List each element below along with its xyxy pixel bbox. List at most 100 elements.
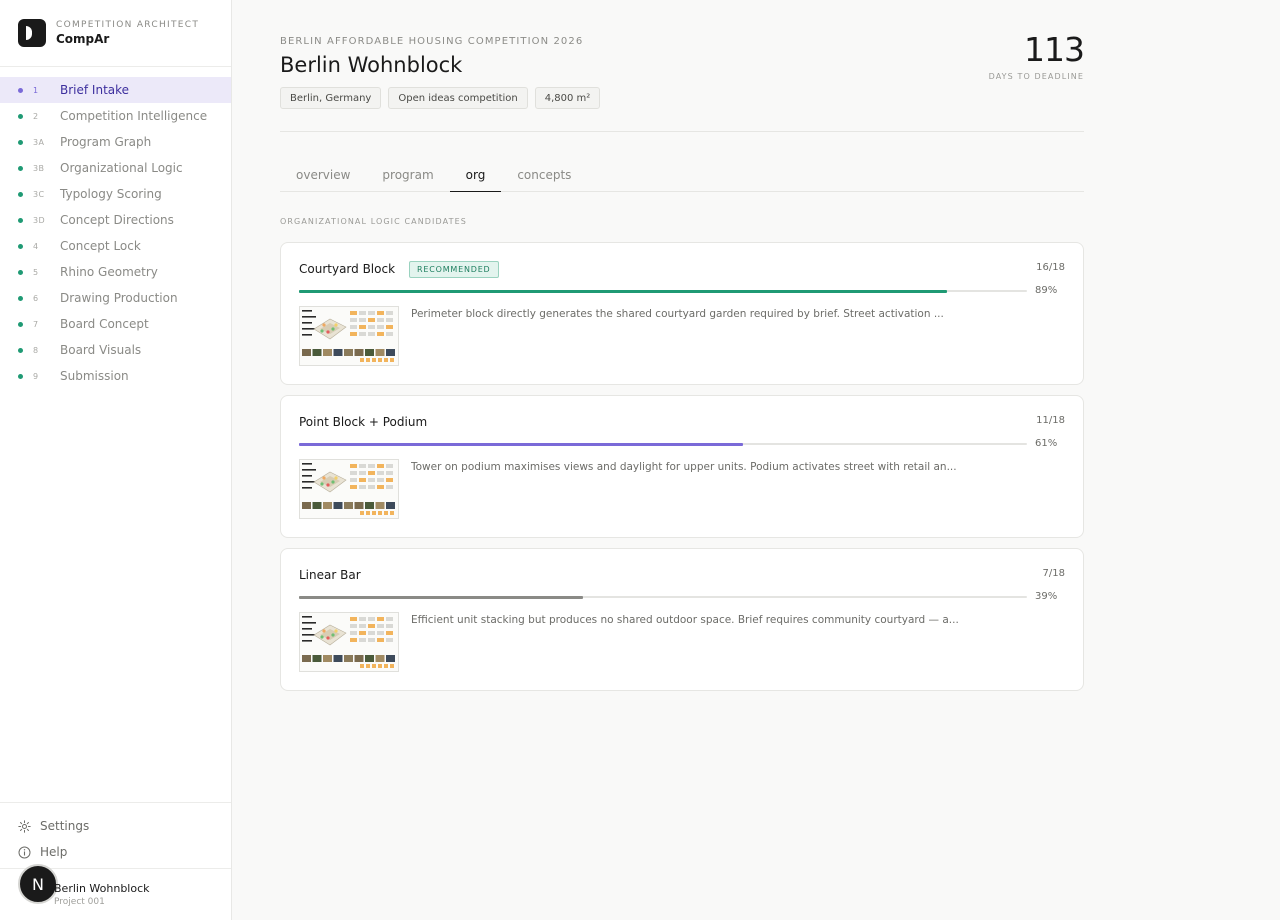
score-bar [299,442,1027,446]
score-bar-fill [299,595,583,599]
nav-label: Board Concept [60,317,149,331]
days-label: DAYS TO DEADLINE [988,72,1084,81]
candidate-score: 11/18 [1036,415,1065,426]
nav-step-number: 7 [33,319,39,329]
nav-item-concept-lock[interactable]: 4 Concept Lock [0,233,231,259]
section-label: ORGANIZATIONAL LOGIC CANDIDATES [280,217,467,226]
candidate-score: 16/18 [1036,262,1065,273]
competition-kicker: BERLIN AFFORDABLE HOUSING COMPETITION 20… [280,36,584,47]
board-thumbnail[interactable] [299,612,399,672]
nav-item-submission[interactable]: 9 Submission [0,363,231,389]
candidate-score: 7/18 [1042,568,1065,579]
sidebar: COMPETITION ARCHITECT CompAr 1 Brief Int… [0,0,232,920]
nav-label: Program Graph [60,135,152,149]
status-dot-icon [18,347,23,353]
competition-type-chip: Open ideas competition [388,87,528,109]
tab-org[interactable]: org [449,158,502,192]
nav-label: Brief Intake [60,83,130,97]
score-bar [299,595,1027,599]
board-preview-graphic [300,613,398,671]
sidebar-footer: Settings Help [0,802,231,865]
recommended-badge: RECOMMENDED [409,261,499,278]
nav-step-number: 9 [33,371,39,381]
score-bar [299,289,1027,293]
status-dot-icon [18,373,23,379]
brand-text: COMPETITION ARCHITECT CompAr [56,20,199,46]
nav-label: Drawing Production [60,291,178,305]
settings-link[interactable]: Settings [0,813,231,839]
candidate-card-courtyard-block[interactable]: Courtyard Block RECOMMENDED 16/18 89% Pe… [280,242,1084,385]
board-thumbnail[interactable] [299,459,399,519]
nav-step-number: 8 [33,345,39,355]
nav-item-competition-intelligence[interactable]: 2 Competition Intelligence [0,103,231,129]
nav-item-board-concept[interactable]: 7 Board Concept [0,311,231,337]
nav-step-number: 6 [33,293,39,303]
nav-label: Board Visuals [60,343,142,357]
status-dot-icon [18,217,23,223]
gear-icon [18,819,31,833]
nav-item-organizational-logic[interactable]: 3B Organizational Logic [0,155,231,181]
tab-overview[interactable]: overview [280,158,366,192]
nav-item-concept-directions[interactable]: 3D Concept Directions [0,207,231,233]
candidate-description: Efficient unit stacking but produces no … [411,614,959,626]
settings-label: Settings [40,819,90,833]
brand-name: CompAr [56,32,110,46]
score-percent: 39% [1035,591,1058,602]
logo-icon [18,19,46,47]
status-dot-icon [18,321,23,327]
project-name: Berlin Wohnblock [54,882,150,895]
status-dot-icon [18,243,23,249]
status-dot-icon [18,269,23,275]
candidate-card-linear-bar[interactable]: Linear Bar 7/18 39% Efficient unit stack… [280,548,1084,691]
status-dot-icon [18,139,23,145]
candidate-title: Linear Bar [299,568,361,582]
brand[interactable]: COMPETITION ARCHITECT CompAr [0,0,231,67]
brand-subtitle: COMPETITION ARCHITECT [56,20,200,30]
board-thumbnail[interactable] [299,306,399,366]
nav-label: Submission [60,369,129,383]
score-percent: 89% [1035,285,1058,296]
project-id: Project 001 [54,897,105,907]
nav-step-number: 2 [33,111,39,121]
status-dot-icon [18,113,23,119]
nav-label: Organizational Logic [60,161,183,175]
nav-item-rhino-geometry[interactable]: 5 Rhino Geometry [0,259,231,285]
help-link[interactable]: Help [0,839,231,865]
avatar[interactable]: N [18,864,58,904]
candidate-title: Courtyard Block [299,262,396,276]
nav-step-number: 1 [33,85,39,95]
help-circle-icon [18,846,31,858]
nav-step-number: 3A [33,137,45,147]
board-preview-graphic [300,307,398,365]
score-percent: 61% [1035,438,1058,449]
workflow-nav: 1 Brief Intake 2 Competition Intelligenc… [0,77,231,389]
nav-item-board-visuals[interactable]: 8 Board Visuals [0,337,231,363]
nav-label: Typology Scoring [60,187,162,201]
status-dot-icon [18,295,23,301]
nav-item-brief-intake[interactable]: 1 Brief Intake [0,77,231,103]
nav-item-program-graph[interactable]: 3A Program Graph [0,129,231,155]
area-chip: 4,800 m² [534,87,601,109]
nav-label: Competition Intelligence [60,109,208,123]
days-count: 113 [1024,30,1085,69]
nav-step-number: 5 [33,267,39,277]
tab-program[interactable]: program [366,158,449,192]
help-label: Help [40,845,68,859]
nav-step-number: 4 [33,241,39,251]
nav-item-drawing-production[interactable]: 6 Drawing Production [0,285,231,311]
candidate-card-point-block-podium[interactable]: Point Block + Podium 11/18 61% Tower on … [280,395,1084,538]
score-bar-fill [299,442,744,446]
nav-item-typology-scoring[interactable]: 3C Typology Scoring [0,181,231,207]
candidate-title: Point Block + Podium [299,415,428,429]
candidate-description: Perimeter block directly generates the s… [411,308,944,320]
nav-label: Concept Directions [60,213,174,227]
nav-label: Rhino Geometry [60,265,158,279]
header-divider [280,131,1084,132]
board-preview-graphic [300,460,398,518]
location-chip: Berlin, Germany [280,87,382,109]
tab-concepts[interactable]: concepts [501,158,587,192]
candidate-description: Tower on podium maximises views and dayl… [411,461,957,473]
tab-bar: overview program org concepts [280,158,1084,192]
nav-step-number: 3B [33,163,45,173]
nav-step-number: 3C [33,189,45,199]
